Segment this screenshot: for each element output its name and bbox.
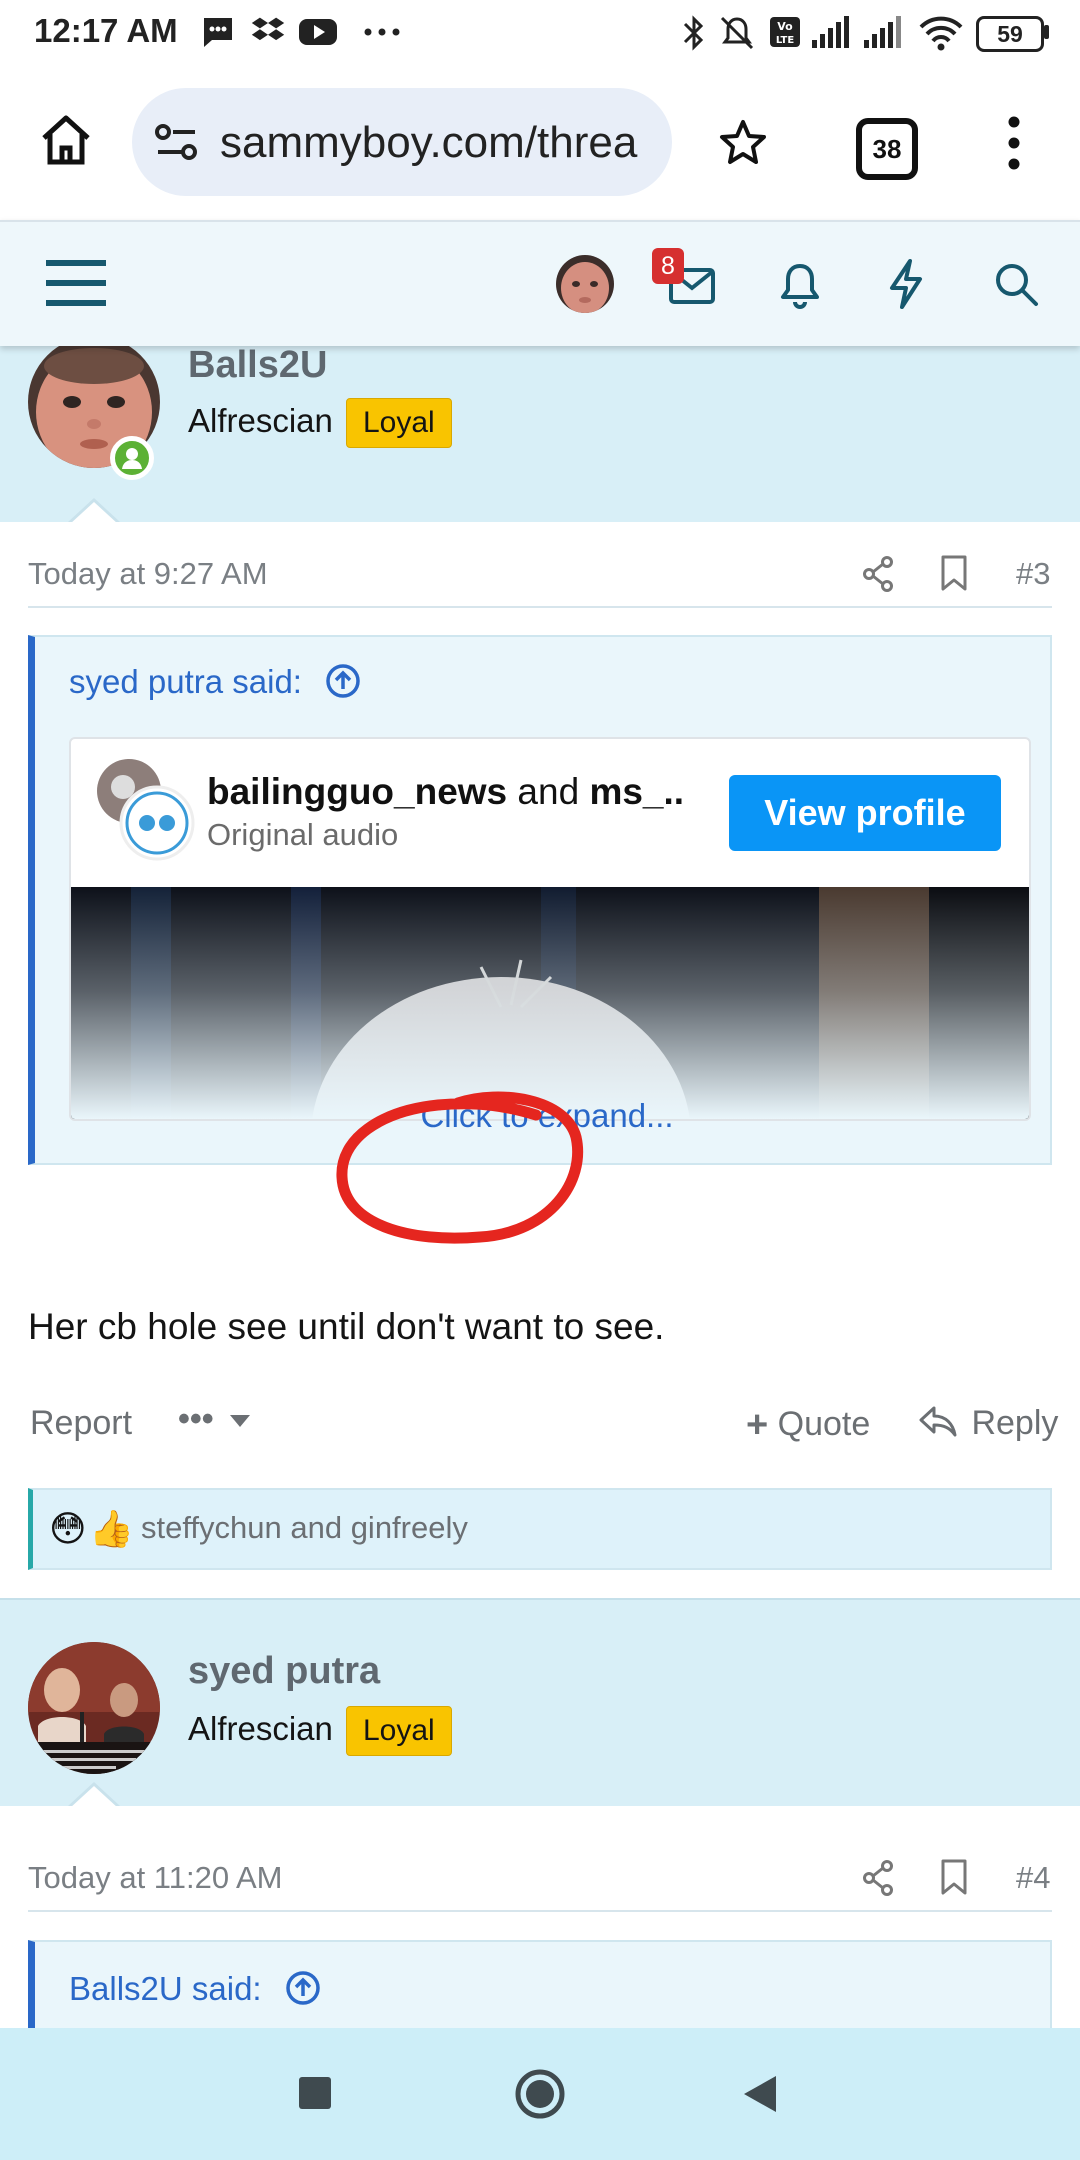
post-body-text: Her cb hole see until don't want to see. (28, 1306, 665, 1347)
user-banner-loyal: Loyal (346, 1706, 452, 1756)
mute-icon (720, 16, 754, 50)
bell-icon[interactable] (778, 260, 822, 310)
user-avatar[interactable] (555, 254, 615, 314)
reaction-emoji-surprised: 😳 (49, 1508, 87, 1549)
post-date[interactable]: Today at 9:27 AM (28, 556, 268, 592)
forum-header: 8 (0, 220, 1080, 346)
speaker-photo-avatar-image (28, 1642, 160, 1774)
quote-block: Balls2U said: (28, 1940, 1052, 2028)
whats-new-bolt-icon[interactable] (886, 258, 926, 310)
browser-menu-icon[interactable] (1000, 114, 1028, 172)
url-text: sammyboy.com/threa (220, 118, 638, 167)
bluetooth-icon (683, 15, 704, 51)
address-bar[interactable]: sammyboy.com/threa (132, 88, 672, 196)
quote-header[interactable]: syed putra said: (69, 663, 361, 701)
inbox-badge: 8 (652, 248, 684, 284)
post-meta-divider (28, 1910, 1052, 1912)
messages-icon (204, 18, 232, 47)
caret-down-icon (230, 1415, 251, 1427)
online-status-icon (110, 436, 154, 480)
post-meta-divider (28, 606, 1052, 608)
post-user-area: syed putra Alfrescian Loyal (0, 1620, 1080, 1808)
embed-account-names: bailingguo_news and ms_.. (207, 771, 684, 813)
more-actions-menu[interactable]: ••• (178, 1400, 251, 1439)
bookmark-icon[interactable] (940, 1858, 968, 1896)
search-icon[interactable] (992, 260, 1040, 308)
svg-text:Vo: Vo (777, 20, 793, 33)
reply-button[interactable]: Reply (918, 1404, 1058, 1443)
post-number[interactable]: #3 (1016, 556, 1050, 592)
embed-name-join: and (507, 771, 590, 812)
bookmark-icon[interactable] (940, 554, 968, 592)
status-bar: 12:17 AM Vo LTE 59 (0, 0, 1080, 66)
site-settings-icon[interactable] (154, 122, 200, 162)
post-avatar[interactable] (28, 1642, 160, 1774)
post-separator (0, 1598, 1080, 1622)
more-dots: ••• (178, 1400, 214, 1438)
signal-icon (812, 16, 849, 48)
post-pointer-fill (70, 502, 118, 524)
volte-icon: Vo LTE (770, 17, 800, 47)
home-circle-icon[interactable] (514, 2068, 566, 2120)
embed-profile-avatars (97, 759, 195, 861)
share-icon[interactable] (862, 556, 894, 592)
battery-level: 59 (997, 21, 1023, 47)
user-icon (122, 448, 142, 469)
post-user-title: Alfrescian (188, 1710, 333, 1747)
recents-square-icon[interactable] (298, 2076, 332, 2110)
quote-button[interactable]: + Quote (746, 1404, 870, 1447)
quote-author-text: Balls2U said: (69, 1970, 262, 2007)
post-pointer-fill (70, 1786, 118, 1808)
signal-icon (864, 16, 901, 48)
quote-author-text: syed putra said: (69, 663, 302, 700)
post-user-title: Alfrescian (188, 402, 333, 439)
quote-label: Quote (777, 1405, 871, 1443)
reply-label: Reply (971, 1404, 1059, 1442)
user-banner-loyal: Loyal (346, 398, 452, 448)
bookmark-star-icon[interactable] (718, 118, 768, 168)
hamburger-menu-icon[interactable] (46, 258, 106, 308)
tab-switcher-button[interactable]: 38 (856, 118, 918, 180)
reaction-emoji-thumbs-up: 👍 (89, 1508, 134, 1549)
post-number[interactable]: #4 (1016, 1860, 1050, 1896)
embed-account-1: bailingguo_news (207, 771, 508, 812)
reaction-users-list[interactable]: steffychun and ginfreely (141, 1510, 468, 1546)
back-triangle-icon[interactable] (742, 2074, 778, 2114)
arrow-up-circle-icon[interactable] (285, 1970, 321, 2006)
embed-account-2: ms_.. (589, 771, 685, 812)
instagram-embed[interactable]: bailingguo_news and ms_.. Original audio… (69, 737, 1031, 1121)
status-time: 12:17 AM (34, 12, 178, 49)
youtube-icon (299, 19, 337, 45)
post-date[interactable]: Today at 11:20 AM (28, 1860, 282, 1896)
reply-arrow-icon (919, 1406, 957, 1437)
post-user-area: Balls2U Alfrescian Loyal (0, 344, 1080, 524)
view-profile-button[interactable]: View profile (729, 775, 1001, 851)
system-navigation-bar (0, 2028, 1080, 2160)
embed-subtitle: Original audio (207, 817, 399, 852)
battery-icon: 59 (976, 16, 1044, 52)
plus-icon: + (746, 1404, 769, 1446)
dropbox-icon (251, 17, 285, 41)
post-username[interactable]: Balls2U (188, 344, 327, 387)
wifi-icon (919, 16, 963, 51)
svg-text:LTE: LTE (776, 35, 795, 46)
red-annotation-circle (336, 1091, 584, 1244)
more-dots-icon (364, 28, 400, 36)
share-icon[interactable] (862, 1860, 894, 1896)
battery-tip (1044, 25, 1049, 39)
report-link[interactable]: Report (30, 1404, 132, 1443)
home-icon[interactable] (38, 112, 94, 168)
quote-header[interactable]: Balls2U said: (69, 1970, 321, 2008)
reactions-bar[interactable]: 😳 👍 steffychun and ginfreely (28, 1488, 1052, 1570)
browser-toolbar: sammyboy.com/threa 38 (0, 66, 1080, 220)
post-username[interactable]: syed putra (188, 1650, 380, 1693)
arrow-up-circle-icon[interactable] (325, 663, 361, 699)
